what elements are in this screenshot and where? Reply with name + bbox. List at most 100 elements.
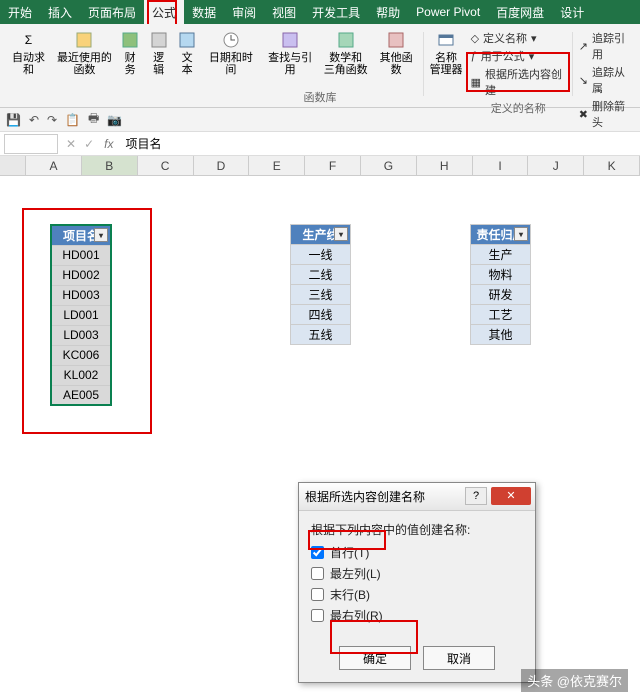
- trace-precedents-button[interactable]: ↗追踪引用: [579, 30, 632, 62]
- table-cell[interactable]: LD001: [51, 305, 111, 325]
- table-cell[interactable]: HD003: [51, 285, 111, 305]
- checkbox-top-row[interactable]: 首行(T): [311, 544, 523, 561]
- financial-button[interactable]: 财务: [116, 28, 144, 78]
- datetime-label: 日期和时间: [205, 52, 256, 76]
- redo-icon[interactable]: ↷: [47, 113, 57, 127]
- col-header[interactable]: C: [138, 156, 194, 175]
- col-header[interactable]: D: [194, 156, 250, 175]
- name-box[interactable]: [4, 134, 58, 154]
- tab-layout[interactable]: 页面布局: [80, 0, 144, 24]
- table-owner[interactable]: 责任归属▾ 生产 物料 研发 工艺 其他: [470, 224, 531, 345]
- checkbox-left-col[interactable]: 最左列(L): [311, 565, 523, 582]
- col-header[interactable]: J: [528, 156, 584, 175]
- table-cell[interactable]: 其他: [471, 325, 531, 345]
- tab-insert[interactable]: 插入: [40, 0, 80, 24]
- more-button[interactable]: 其他函数: [372, 28, 421, 78]
- table-cell[interactable]: 二线: [291, 265, 351, 285]
- table-header-cell[interactable]: 项目名▾: [51, 225, 111, 245]
- checkbox-input[interactable]: [311, 609, 324, 622]
- name-manager-button[interactable]: 名称 管理器: [426, 28, 467, 78]
- tab-view[interactable]: 视图: [264, 0, 304, 24]
- math-button[interactable]: 数学和 三角函数: [320, 28, 372, 78]
- copy-icon[interactable]: 📋: [65, 113, 80, 127]
- trace-panel: ↗追踪引用 ↘追踪从属 ✖删除箭头: [575, 28, 636, 132]
- table-cell[interactable]: KL002: [51, 365, 111, 385]
- autosum-button[interactable]: Σ 自动求和: [4, 28, 53, 78]
- save-icon[interactable]: 💾: [6, 113, 21, 127]
- undo-icon[interactable]: ↶: [29, 113, 39, 127]
- cancel-icon[interactable]: ✕: [62, 137, 80, 151]
- table-cell[interactable]: KC006: [51, 345, 111, 365]
- ok-button[interactable]: 确定: [339, 646, 411, 670]
- tab-review[interactable]: 审阅: [224, 0, 264, 24]
- camera-icon[interactable]: 📷: [107, 113, 122, 127]
- enter-icon[interactable]: ✓: [80, 137, 98, 151]
- table-cell[interactable]: AE005: [51, 385, 111, 405]
- tab-developer[interactable]: 开发工具: [304, 0, 368, 24]
- dialog-body: 根据下列内容中的值创建名称: 首行(T) 最左列(L) 末行(B) 最右列(R): [299, 511, 535, 638]
- tab-home[interactable]: 开始: [0, 0, 40, 24]
- filter-icon[interactable]: ▾: [334, 227, 348, 241]
- table-cell[interactable]: HD001: [51, 245, 111, 265]
- table-cell[interactable]: 三线: [291, 285, 351, 305]
- remove-arrows-button[interactable]: ✖删除箭头: [579, 98, 632, 130]
- checkbox-input[interactable]: [311, 588, 324, 601]
- table-cell[interactable]: HD002: [51, 265, 111, 285]
- create-from-selection-button[interactable]: ▦根据所选内容创建: [471, 66, 566, 98]
- col-header[interactable]: E: [249, 156, 305, 175]
- recent-button[interactable]: 最近使用的 函数: [53, 28, 116, 78]
- table-line[interactable]: 生产线▾ 一线 二线 三线 四线 五线: [290, 224, 351, 345]
- dialog-titlebar[interactable]: 根据所选内容创建名称 ? ✕: [299, 483, 535, 511]
- table-cell[interactable]: 四线: [291, 305, 351, 325]
- col-header[interactable]: H: [417, 156, 473, 175]
- table-header-cell[interactable]: 责任归属▾: [471, 225, 531, 245]
- filter-icon[interactable]: ▾: [514, 227, 528, 241]
- dialog-subtitle: 根据下列内容中的值创建名称:: [311, 521, 523, 538]
- col-header[interactable]: B: [82, 156, 138, 175]
- col-header[interactable]: K: [584, 156, 640, 175]
- tab-baidu[interactable]: 百度网盘: [488, 0, 552, 24]
- define-name-button[interactable]: ◇定义名称▾: [471, 30, 566, 46]
- ribbon: Σ 自动求和 最近使用的 函数 财务 逻辑 文本 日期和时间 查找与引用 数学和…: [0, 24, 640, 108]
- table-cell[interactable]: 研发: [471, 285, 531, 305]
- trace-dependents-label: 追踪从属: [592, 64, 632, 96]
- trace-dependents-button[interactable]: ↘追踪从属: [579, 64, 632, 96]
- use-in-formula-button[interactable]: ƒ用于公式▾: [471, 48, 566, 64]
- checkbox-input[interactable]: [311, 546, 324, 559]
- help-icon[interactable]: ?: [465, 487, 487, 505]
- tab-data[interactable]: 数据: [184, 0, 224, 24]
- table-cell[interactable]: 一线: [291, 245, 351, 265]
- table-header-cell[interactable]: 生产线▾: [291, 225, 351, 245]
- tab-design[interactable]: 设计: [552, 0, 592, 24]
- close-icon[interactable]: ✕: [491, 487, 531, 505]
- checkbox-right-col[interactable]: 最右列(R): [311, 607, 523, 624]
- table-cell[interactable]: 五线: [291, 325, 351, 345]
- formula-input[interactable]: [119, 135, 640, 153]
- table-cell[interactable]: 生产: [471, 245, 531, 265]
- tab-powerpivot[interactable]: Power Pivot: [408, 0, 488, 24]
- text-button[interactable]: 文本: [173, 28, 201, 78]
- formula-icon: ƒ: [471, 50, 477, 62]
- tab-help[interactable]: 帮助: [368, 0, 408, 24]
- lookup-button[interactable]: 查找与引用: [261, 28, 320, 78]
- fx-icon[interactable]: fx: [98, 137, 119, 151]
- table-cell[interactable]: 工艺: [471, 305, 531, 325]
- filter-icon[interactable]: ▾: [94, 228, 108, 242]
- table-cell[interactable]: LD003: [51, 325, 111, 345]
- checkbox-input[interactable]: [311, 567, 324, 580]
- datetime-button[interactable]: 日期和时间: [201, 28, 260, 78]
- logical-button[interactable]: 逻辑: [144, 28, 172, 78]
- ribbon-separator: [423, 32, 424, 96]
- table-project[interactable]: 项目名▾ HD001 HD002 HD003 LD001 LD003 KC006…: [50, 224, 112, 406]
- col-header[interactable]: G: [361, 156, 417, 175]
- table-cell[interactable]: 物料: [471, 265, 531, 285]
- tab-formulas[interactable]: 公式: [144, 0, 184, 24]
- col-header[interactable]: A: [26, 156, 82, 175]
- col-header[interactable]: F: [305, 156, 361, 175]
- cancel-button[interactable]: 取消: [423, 646, 495, 670]
- define-name-label: 定义名称: [483, 30, 527, 46]
- checkbox-bottom-row[interactable]: 末行(B): [311, 586, 523, 603]
- print-icon[interactable]: 🖶: [88, 109, 99, 130]
- select-all-corner[interactable]: [0, 156, 26, 175]
- col-header[interactable]: I: [473, 156, 529, 175]
